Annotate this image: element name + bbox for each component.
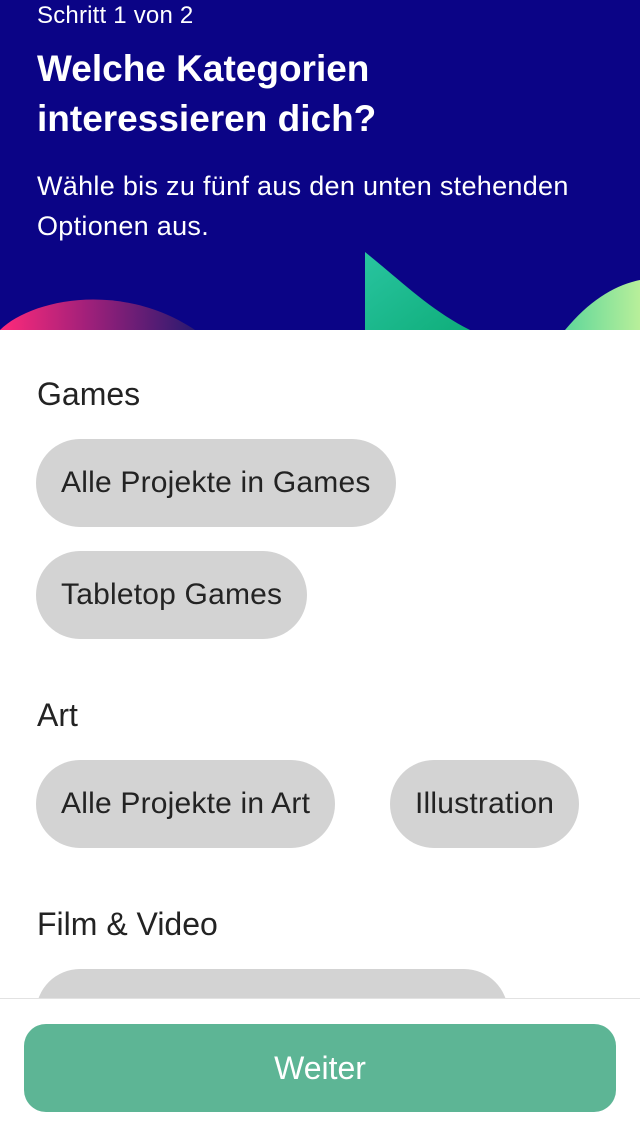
section-title-film-video: Film & Video (37, 906, 218, 942)
chip-illustration[interactable]: Illustration (390, 760, 580, 848)
onboarding-screen: Schritt 1 von 2 Welche Kategorien intere… (0, 0, 640, 1136)
next-button[interactable]: Weiter (24, 1024, 616, 1112)
chip-film-video-all[interactable] (36, 969, 508, 1000)
page-subtitle: Wähle bis zu fünf aus den unten stehende… (37, 171, 569, 241)
chip-tabletop-games[interactable]: Tabletop Games (36, 551, 308, 639)
header: Schritt 1 von 2 Welche Kategorien intere… (0, 0, 640, 330)
page-title: Welche Kategorien interessieren dich? (37, 48, 377, 139)
chip-art-all[interactable]: Alle Projekte in Art (36, 760, 336, 848)
step-indicator: Schritt 1 von 2 (37, 2, 194, 29)
section-title-art: Art (37, 697, 78, 733)
chip-games-all[interactable]: Alle Projekte in Games (36, 439, 396, 527)
category-list: Games Alle Projekte in Games Tabletop Ga… (0, 330, 640, 1000)
section-title-games: Games (37, 376, 141, 412)
footer-bar: Weiter (0, 998, 640, 1136)
